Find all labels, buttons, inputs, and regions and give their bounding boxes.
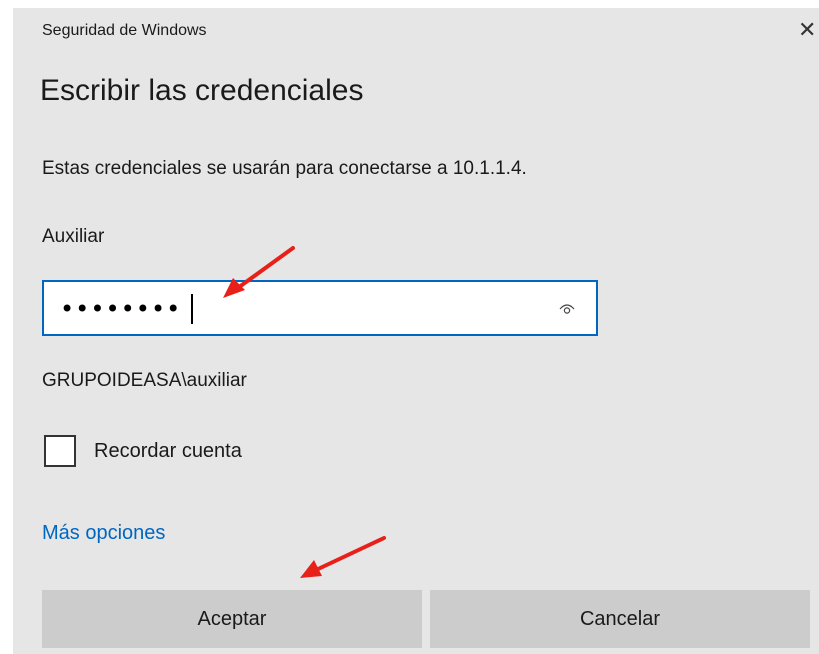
password-value: •••••••• <box>60 295 182 323</box>
remember-account-checkbox[interactable]: Recordar cuenta <box>44 433 242 469</box>
cancel-button[interactable]: Cancelar <box>430 590 810 648</box>
eye-icon[interactable] <box>558 302 576 316</box>
credentials-dialog: Seguridad de Windows ✕ Escribir las cred… <box>0 0 819 654</box>
username-label: Auxiliar <box>42 226 105 247</box>
more-options-link[interactable]: Más opciones <box>42 522 165 545</box>
remember-account-label[interactable]: Recordar cuenta <box>94 440 242 463</box>
accept-button[interactable]: Aceptar <box>42 590 422 648</box>
window-title: Seguridad de Windows <box>42 22 207 39</box>
text-caret <box>191 294 193 324</box>
checkbox-box[interactable] <box>44 435 76 467</box>
close-button[interactable]: ✕ <box>798 18 819 42</box>
password-field[interactable]: •••••••• <box>42 280 598 336</box>
domain-user-label: GRUPOIDEASA\auxiliar <box>42 370 247 391</box>
dialog-heading: Escribir las credenciales <box>40 74 364 107</box>
dialog-description: Estas credenciales se usarán para conect… <box>42 158 527 179</box>
